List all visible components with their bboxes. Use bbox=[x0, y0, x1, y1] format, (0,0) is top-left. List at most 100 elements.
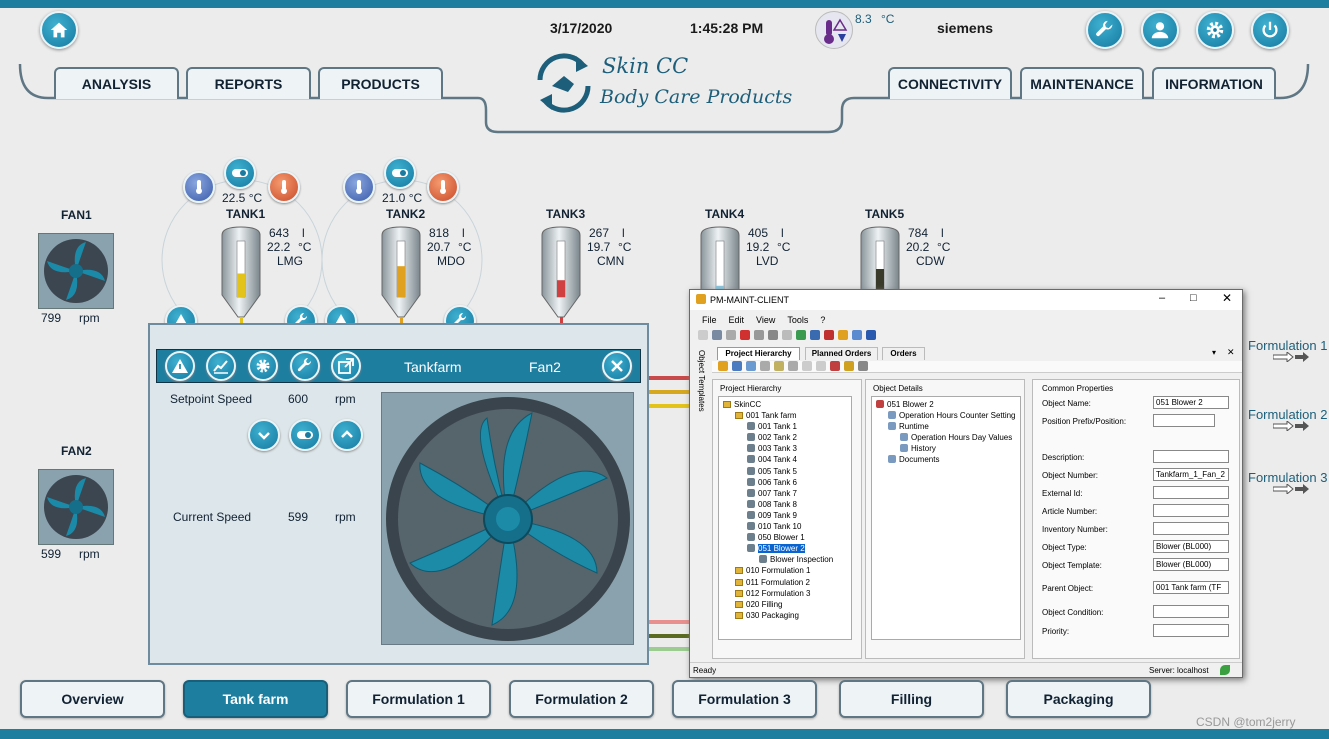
link-icon[interactable] bbox=[746, 361, 756, 371]
tree-node[interactable]: 030 Packaging bbox=[723, 610, 851, 621]
filter-icon[interactable] bbox=[858, 361, 868, 371]
faceplate-close-button[interactable] bbox=[602, 351, 632, 381]
tank2-cooling-button[interactable] bbox=[343, 171, 375, 203]
flag-icon[interactable] bbox=[830, 361, 840, 371]
property-field[interactable]: Blower (BL000) bbox=[1153, 558, 1229, 571]
tab-connectivity[interactable]: CONNECTIVITY bbox=[888, 67, 1012, 99]
tank1-cooling-button[interactable] bbox=[183, 171, 215, 203]
fan1-image[interactable] bbox=[38, 233, 114, 309]
fan-toggle[interactable] bbox=[289, 419, 321, 451]
speed-decrease-button[interactable] bbox=[248, 419, 280, 451]
delete-icon[interactable] bbox=[740, 330, 750, 340]
tree-node[interactable]: 008 Tank 8 bbox=[723, 499, 851, 510]
tab-reports[interactable]: REPORTS bbox=[186, 67, 311, 99]
print-icon[interactable] bbox=[782, 330, 792, 340]
detail-node[interactable]: Runtime bbox=[876, 421, 1020, 432]
property-field[interactable]: 001 Tank farm (TF bbox=[1153, 581, 1229, 594]
copy-icon[interactable] bbox=[726, 330, 736, 340]
tank-3[interactable]: TANK3 267 l 19.7 °C CMN bbox=[538, 205, 648, 325]
object-templates-sidebar[interactable]: Object Templates bbox=[694, 350, 706, 480]
tree-node[interactable]: 003 Tank 3 bbox=[723, 443, 851, 454]
move-icon[interactable] bbox=[732, 361, 742, 371]
minimize-button[interactable]: – bbox=[1159, 292, 1165, 304]
export-icon[interactable] bbox=[788, 361, 798, 371]
bottom-tab-tank-farm[interactable]: Tank farm bbox=[183, 680, 328, 718]
window-close-button[interactable]: ✕ bbox=[1222, 291, 1232, 305]
property-field[interactable] bbox=[1153, 414, 1215, 427]
tree-node[interactable]: 010 Tank 10 bbox=[723, 521, 851, 532]
tank2-toggle[interactable] bbox=[384, 157, 416, 189]
stop-icon[interactable] bbox=[816, 361, 826, 371]
menu-help[interactable]: ? bbox=[820, 315, 825, 325]
new-object-icon[interactable] bbox=[718, 361, 728, 371]
tree-node[interactable]: 004 Tank 4 bbox=[723, 454, 851, 465]
template-icon[interactable] bbox=[774, 361, 784, 371]
tree-node[interactable]: 051 Blower 2 bbox=[723, 543, 851, 554]
property-field[interactable]: Blower (BL000) bbox=[1153, 540, 1229, 553]
property-field[interactable]: 051 Blower 2 bbox=[1153, 396, 1229, 409]
tab-maintenance[interactable]: MAINTENANCE bbox=[1020, 67, 1144, 99]
tank-2[interactable]: TANK2 818 l 20.7 °C MDO bbox=[378, 205, 488, 325]
property-field[interactable] bbox=[1153, 522, 1229, 535]
faceplate-service-button[interactable] bbox=[290, 351, 320, 381]
copy-object-icon[interactable] bbox=[760, 361, 770, 371]
bottom-tab-formulation2[interactable]: Formulation 2 bbox=[509, 680, 654, 718]
faceplate-alarm-button[interactable] bbox=[165, 351, 195, 381]
faceplate-open-external-button[interactable] bbox=[331, 351, 361, 381]
property-field[interactable] bbox=[1153, 450, 1229, 463]
detail-node[interactable]: History bbox=[876, 443, 1020, 454]
panel-close-icon[interactable]: ✕ bbox=[1227, 347, 1235, 358]
tree-node[interactable]: 001 Tank farm bbox=[723, 410, 851, 421]
tab-information[interactable]: INFORMATION bbox=[1152, 67, 1276, 99]
tree-node[interactable]: 012 Formulation 3 bbox=[723, 588, 851, 599]
play-icon[interactable] bbox=[802, 361, 812, 371]
bottom-tab-overview[interactable]: Overview bbox=[20, 680, 165, 718]
tree-node[interactable]: 001 Tank 1 bbox=[723, 421, 851, 432]
tree-node[interactable]: SkinCC bbox=[723, 399, 851, 410]
menu-file[interactable]: File bbox=[702, 315, 717, 325]
tree-node[interactable]: 007 Tank 7 bbox=[723, 488, 851, 499]
user-button[interactable] bbox=[1141, 11, 1179, 49]
tree-node[interactable]: Blower Inspection bbox=[723, 554, 851, 565]
tab-products[interactable]: PRODUCTS bbox=[318, 67, 443, 99]
tree-node[interactable]: 009 Tank 9 bbox=[723, 510, 851, 521]
tank-1[interactable]: TANK1 643 l 22.2 °C LMG bbox=[218, 205, 328, 325]
tree-node[interactable]: 011 Formulation 2 bbox=[723, 577, 851, 588]
bottom-tab-formulation3[interactable]: Formulation 3 bbox=[672, 680, 817, 718]
help-icon[interactable] bbox=[866, 330, 876, 340]
fan2-image[interactable] bbox=[38, 469, 114, 545]
settings-button[interactable] bbox=[1196, 11, 1234, 49]
new-icon[interactable] bbox=[698, 330, 708, 340]
tool-icon[interactable] bbox=[838, 330, 848, 340]
bottom-tab-filling[interactable]: Filling bbox=[839, 680, 984, 718]
property-field[interactable] bbox=[1153, 624, 1229, 637]
menu-edit[interactable]: Edit bbox=[729, 315, 745, 325]
menu-view[interactable]: View bbox=[756, 315, 775, 325]
property-field[interactable] bbox=[1153, 504, 1229, 517]
menu-tools[interactable]: Tools bbox=[787, 315, 808, 325]
detail-node[interactable]: Operation Hours Day Values bbox=[876, 432, 1020, 443]
tree-node[interactable]: 006 Tank 6 bbox=[723, 477, 851, 488]
tools-button[interactable] bbox=[1086, 11, 1124, 49]
refresh-icon[interactable] bbox=[796, 330, 806, 340]
bottom-tab-formulation1[interactable]: Formulation 1 bbox=[346, 680, 491, 718]
alert-icon[interactable] bbox=[824, 330, 834, 340]
bottom-tab-packaging[interactable]: Packaging bbox=[1006, 680, 1151, 718]
tree-node[interactable]: 050 Blower 1 bbox=[723, 532, 851, 543]
panel-dropdown-icon[interactable]: ▾ bbox=[1212, 348, 1216, 357]
save-icon[interactable] bbox=[712, 330, 722, 340]
property-field[interactable] bbox=[1153, 605, 1229, 618]
detail-node[interactable]: 051 Blower 2 bbox=[876, 399, 1020, 410]
home-button[interactable] bbox=[40, 11, 78, 49]
tank1-heating-button[interactable] bbox=[268, 171, 300, 203]
tab-project-hierarchy[interactable]: Project Hierarchy bbox=[717, 347, 800, 360]
setpoint-value[interactable]: 600 bbox=[288, 392, 308, 406]
tree-node[interactable]: 005 Tank 5 bbox=[723, 466, 851, 477]
tank1-toggle[interactable] bbox=[224, 157, 256, 189]
key-icon[interactable] bbox=[844, 361, 854, 371]
detail-node[interactable]: Operation Hours Counter Setting bbox=[876, 410, 1020, 421]
tab-analysis[interactable]: ANALYSIS bbox=[54, 67, 179, 99]
faceplate-settings-button[interactable] bbox=[248, 351, 278, 381]
faceplate-trend-button[interactable] bbox=[206, 351, 236, 381]
power-button[interactable] bbox=[1251, 11, 1289, 49]
